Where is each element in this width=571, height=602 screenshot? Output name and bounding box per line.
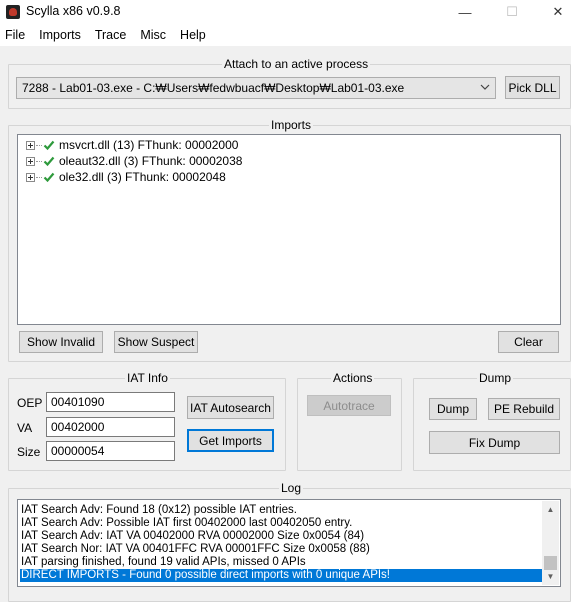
autotrace-button[interactable]: Autotrace (307, 395, 391, 416)
tree-item-label: ole32.dll (3) FThunk: 00002048 (59, 170, 226, 184)
log-line: IAT Search Adv: IAT VA 00402000 RVA 0000… (21, 530, 365, 542)
dump-button[interactable]: Dump (429, 398, 477, 420)
menu-misc[interactable]: Misc (140, 24, 166, 46)
tree-item[interactable]: oleaut32.dll (3) FThunk: 00002038 (26, 153, 242, 169)
log-line: IAT Search Nor: IAT VA 00401FFC RVA 0000… (21, 543, 370, 555)
size-field[interactable]: 00000054 (46, 441, 175, 461)
va-label: VA (17, 421, 33, 435)
expand-icon[interactable] (26, 156, 35, 166)
menu-help[interactable]: Help (180, 24, 206, 46)
iat-info-group-title: IAT Info (125, 371, 170, 385)
menu-file[interactable]: File (5, 24, 25, 46)
pe-rebuild-button[interactable]: PE Rebuild (488, 398, 560, 420)
imports-group-title: Imports (269, 118, 314, 132)
chevron-down-icon (480, 84, 490, 90)
dump-group-title: Dump (477, 371, 514, 385)
scylla-app-icon (6, 5, 20, 19)
tree-item[interactable]: ole32.dll (3) FThunk: 00002048 (26, 169, 226, 185)
tree-item-label: oleaut32.dll (3) FThunk: 00002038 (59, 154, 243, 168)
scroll-down-icon[interactable]: ▼ (542, 568, 559, 585)
log-line-selected: DIRECT IMPORTS - Found 0 possible direct… (20, 569, 542, 582)
pick-dll-button[interactable]: Pick DLL (505, 76, 560, 99)
size-label: Size (17, 445, 41, 459)
actions-group (297, 378, 402, 471)
process-select[interactable]: 7288 - Lab01-03.exe - C:₩Users₩fedwbuacf… (16, 77, 496, 99)
tree-item[interactable]: msvcrt.dll (13) FThunk: 00002000 (26, 137, 238, 153)
iat-autosearch-button[interactable]: IAT Autosearch (187, 396, 274, 419)
imports-tree[interactable]: msvcrt.dll (13) FThunk: 00002000 oleaut3… (17, 134, 561, 325)
oep-label: OEP (17, 396, 43, 410)
scroll-up-icon[interactable]: ▲ (542, 501, 559, 518)
show-invalid-button[interactable]: Show Invalid (19, 331, 103, 353)
expand-icon[interactable] (26, 172, 35, 182)
expand-icon[interactable] (26, 140, 35, 150)
checkmark-icon (43, 140, 55, 151)
menu-bar: File Imports Trace Misc Help (0, 24, 571, 46)
log-list[interactable]: IAT Search Adv: Found 18 (0x12) possible… (17, 499, 561, 587)
va-field[interactable]: 00402000 (46, 417, 175, 437)
close-button[interactable]: ✕ (538, 0, 571, 24)
window-title: Scylla x86 v0.9.8 (26, 4, 121, 18)
get-imports-button[interactable]: Get Imports (187, 429, 274, 452)
log-line: IAT Search Adv: Found 18 (0x12) possible… (21, 504, 297, 516)
log-scrollbar[interactable]: ▲ ▼ (542, 501, 559, 585)
menu-trace[interactable]: Trace (95, 24, 127, 46)
attach-group-title: Attach to an active process (222, 57, 371, 71)
maximize-button[interactable]: ☐ (492, 0, 532, 24)
minimize-button[interactable]: — (445, 0, 485, 24)
log-group-title: Log (279, 481, 304, 495)
checkmark-icon (43, 172, 55, 183)
checkmark-icon (43, 156, 55, 167)
dump-group (413, 378, 571, 471)
process-select-value: 7288 - Lab01-03.exe - C:₩Users₩fedwbuacf… (22, 81, 405, 95)
clear-button[interactable]: Clear (498, 331, 559, 353)
log-line: IAT parsing finished, found 19 valid API… (21, 556, 306, 568)
log-line: IAT Search Adv: Possible IAT first 00402… (21, 517, 353, 529)
actions-group-title: Actions (331, 371, 375, 385)
fix-dump-button[interactable]: Fix Dump (429, 431, 560, 454)
title-bar: Scylla x86 v0.9.8 — ☐ ✕ (0, 0, 571, 24)
menu-imports[interactable]: Imports (39, 24, 81, 46)
oep-field[interactable]: 00401090 (46, 392, 175, 412)
tree-item-label: msvcrt.dll (13) FThunk: 00002000 (59, 138, 239, 152)
show-suspect-button[interactable]: Show Suspect (114, 331, 198, 353)
